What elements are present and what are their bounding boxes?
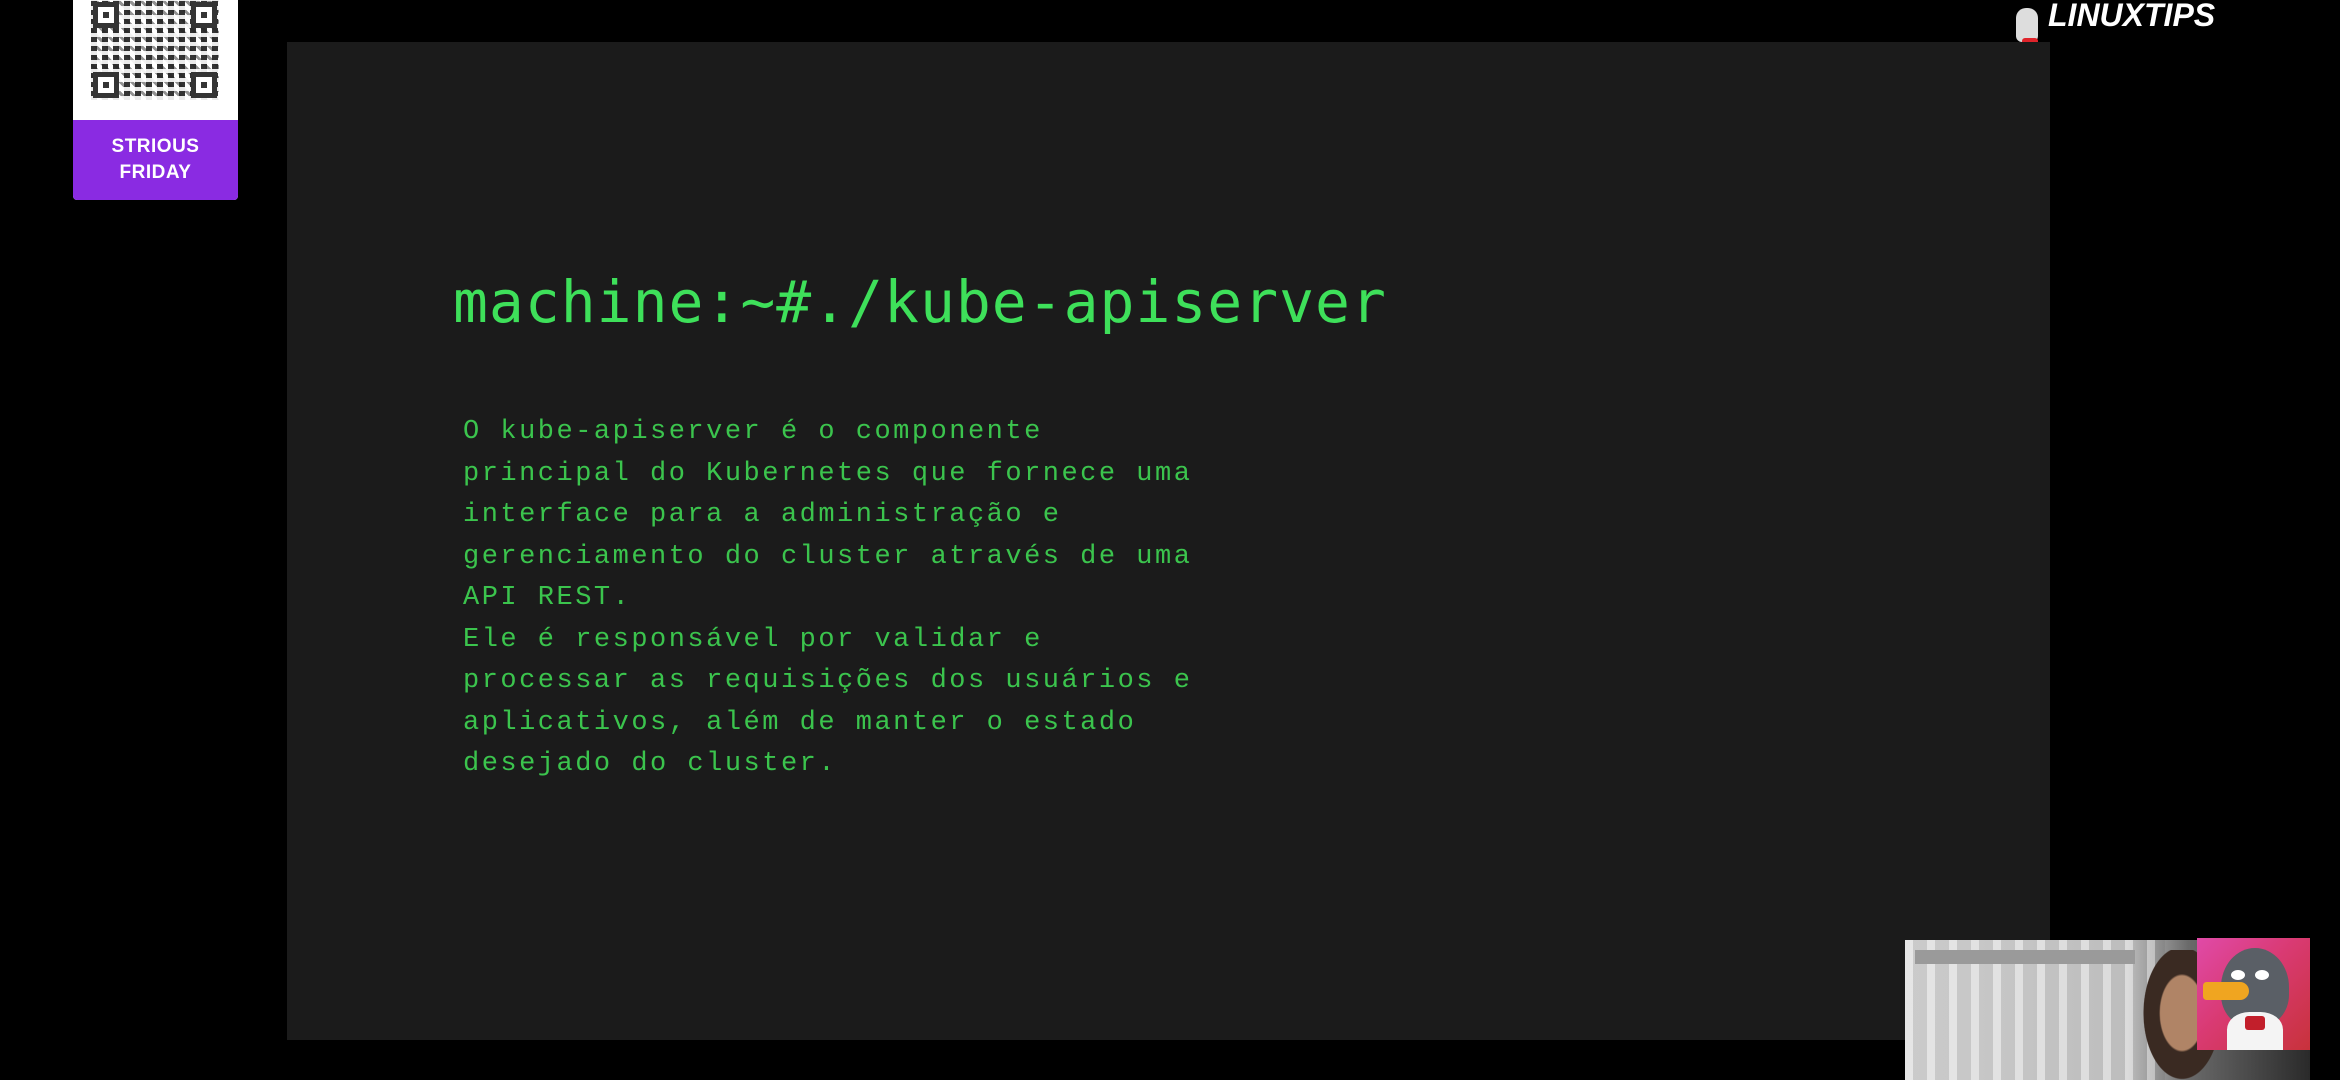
slide-body-line: processar as requisições dos usuários e	[463, 666, 1193, 696]
slide-body-line: principal do Kubernetes que fornece uma	[463, 458, 1193, 489]
qr-badge-label: STRIOUS FRIDAY	[73, 120, 238, 200]
brand-watermark: LINUXTIPS	[2012, 0, 2215, 48]
penguin-mascot-icon	[2197, 938, 2310, 1050]
slide-body-line: API REST.	[463, 583, 632, 613]
slide-body-line: Ele é responsável por validar e	[463, 624, 1043, 655]
slide-body-line: aplicativos, além de manter o estado	[463, 707, 1137, 738]
qr-badge-label-line1: STRIOUS	[111, 136, 200, 157]
qr-badge-label-line2: FRIDAY	[119, 162, 192, 183]
qr-badge: STRIOUS FRIDAY	[73, 0, 238, 200]
qr-code-icon	[91, 0, 219, 100]
brand-name: LINUXTIPS	[2048, 0, 2216, 33]
slide-body-line: interface para a administração e	[463, 500, 1062, 530]
slide-body-line: O kube-apiserver é o componente	[463, 417, 1043, 447]
slide-body-line: gerenciamento do cluster através de uma	[463, 541, 1193, 572]
presentation-slide: machine:~#./kube-apiserver O kube-apiser…	[287, 42, 2050, 1040]
penguin-logo-icon	[2012, 2, 2042, 46]
slide-body-line: desejado do cluster.	[463, 749, 838, 779]
slide-body: O kube-apiserver é o componente principal…	[463, 412, 1192, 786]
video-stage: STRIOUS FRIDAY LINUXTIPS machine:~#./kub…	[0, 0, 2340, 1080]
slide-title: machine:~#./kube-apiserver	[453, 268, 1387, 336]
